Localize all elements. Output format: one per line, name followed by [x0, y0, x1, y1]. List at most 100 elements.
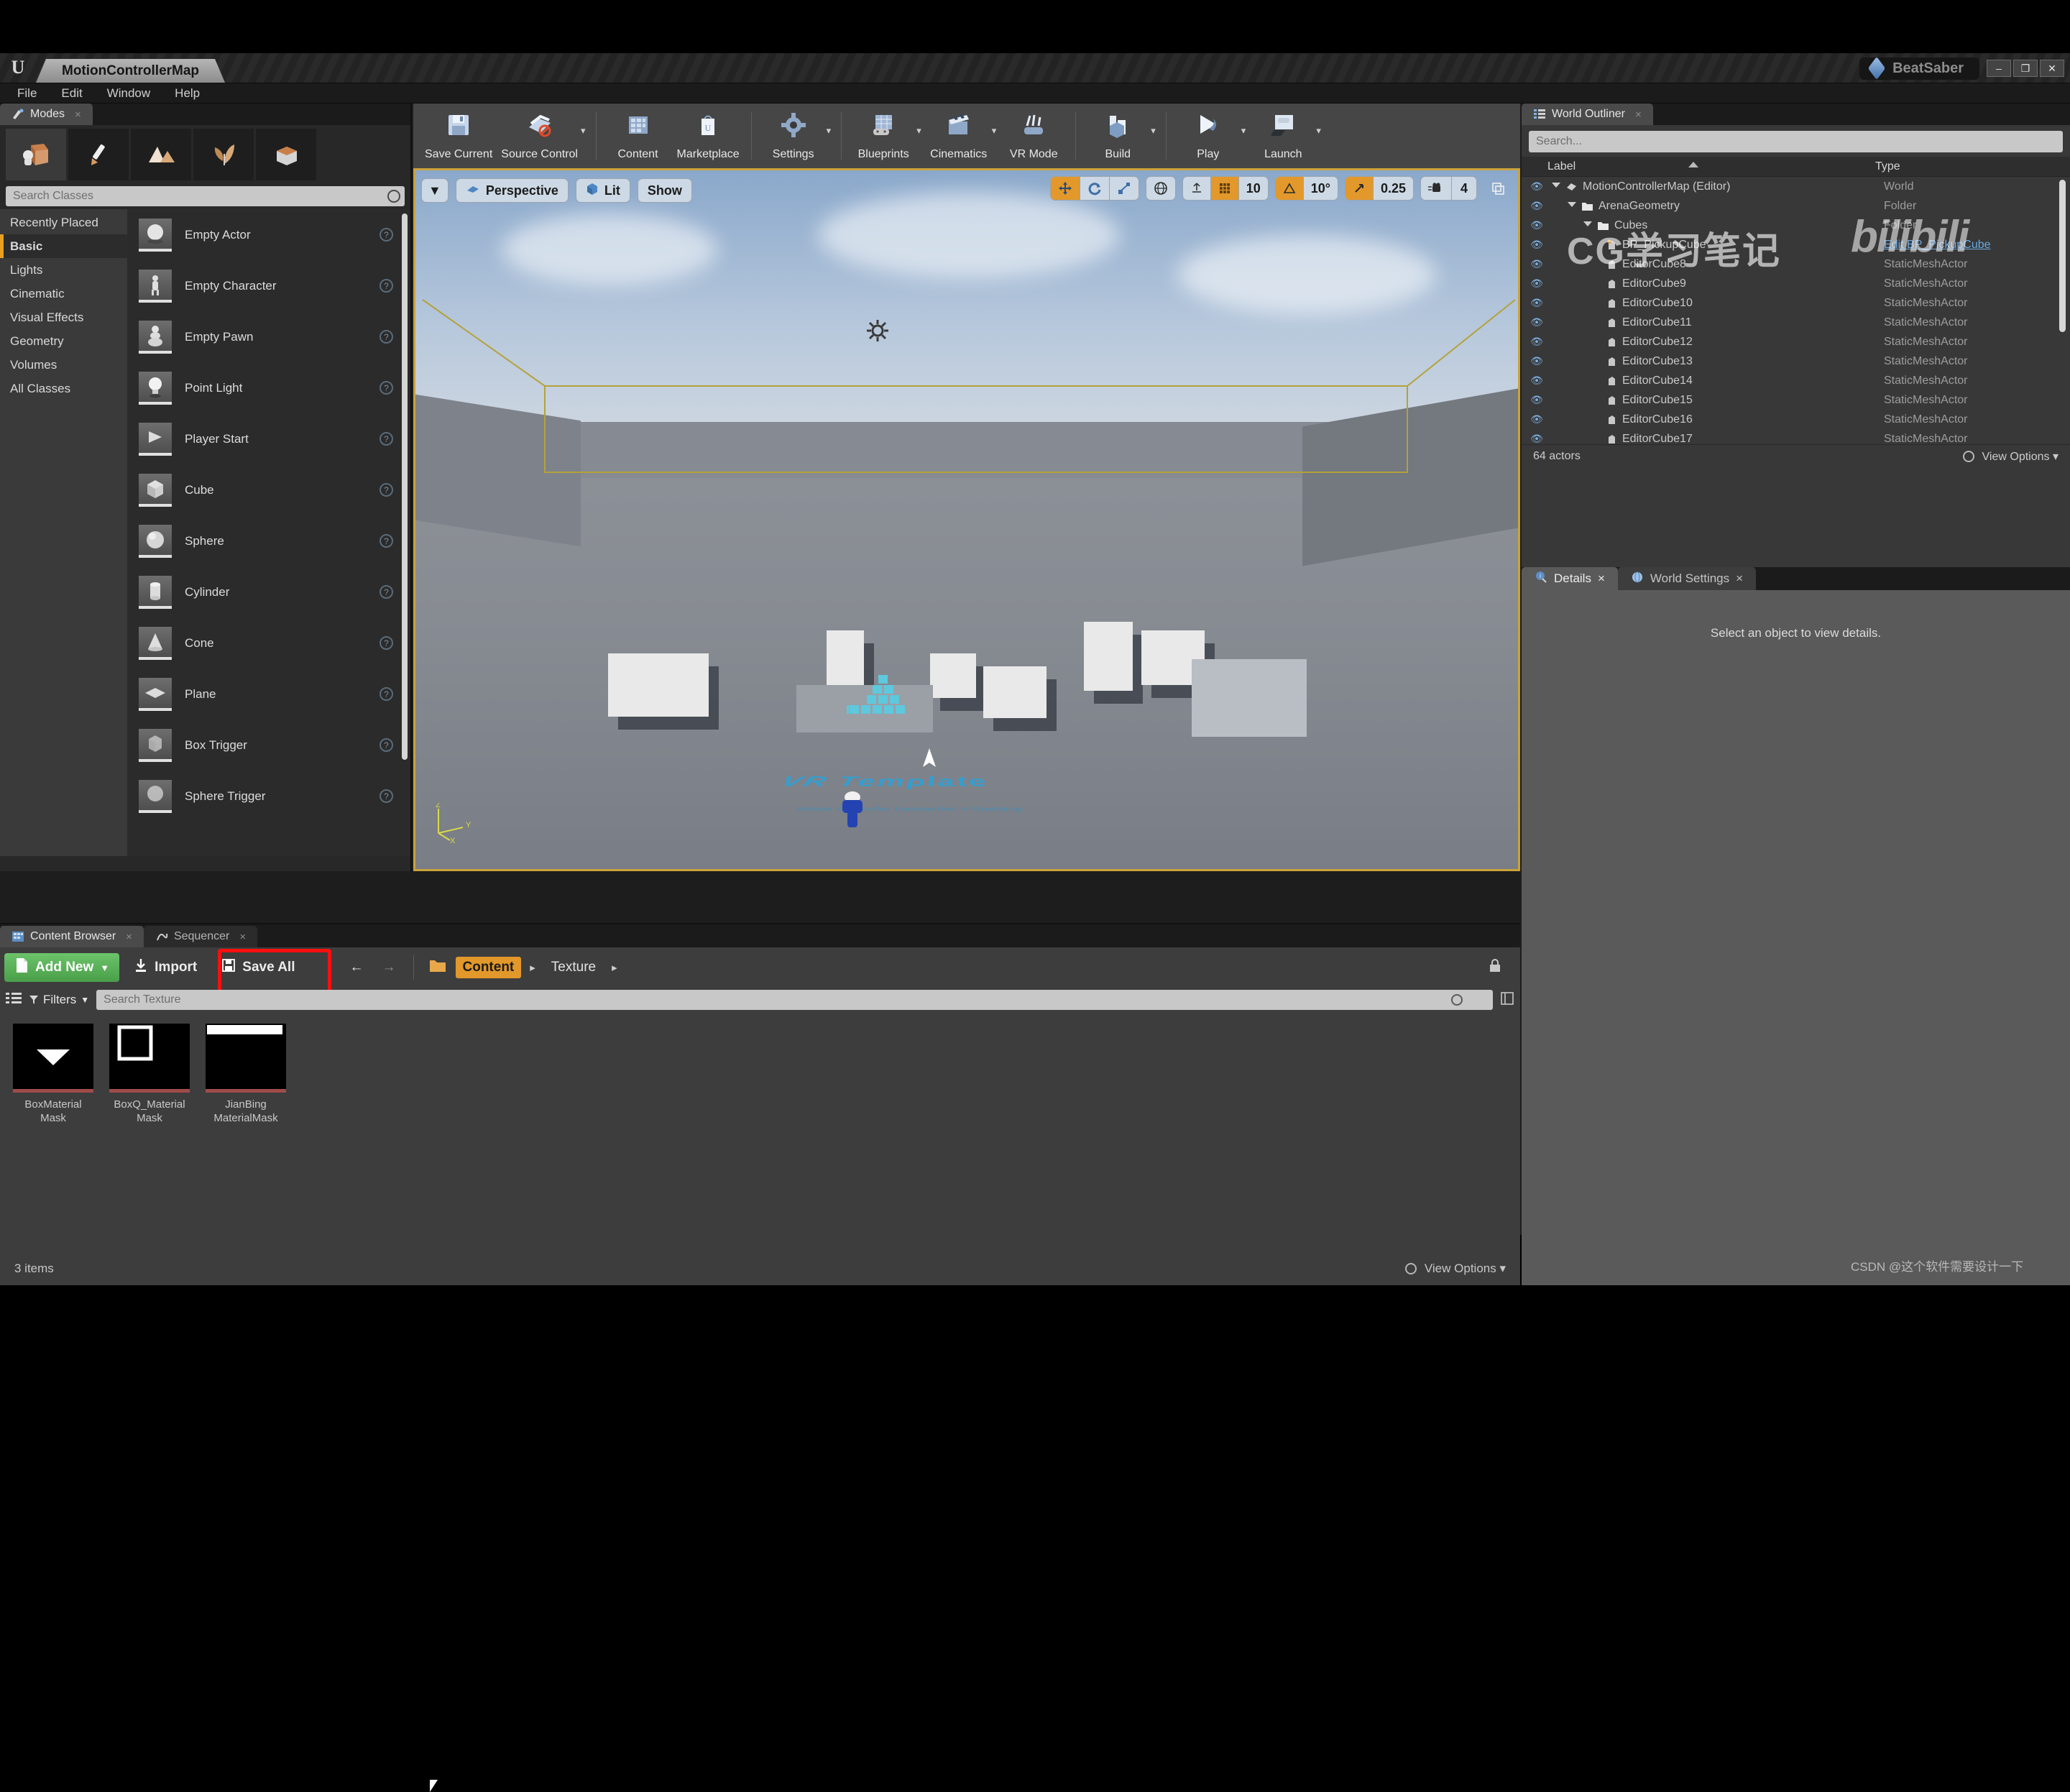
- outliner-row-type-link[interactable]: Edit BP_PickupCube: [1884, 239, 1991, 252]
- camera-speed-icon[interactable]: [1421, 177, 1451, 200]
- visibility-eye-icon[interactable]: 👁: [1527, 433, 1546, 444]
- tab-world-outliner-close-icon[interactable]: ×: [1635, 109, 1642, 121]
- search-classes-input[interactable]: Search Classes: [6, 186, 405, 206]
- rotate-gizmo-icon[interactable]: [1080, 177, 1109, 200]
- help-icon[interactable]: ?: [380, 381, 393, 395]
- visibility-eye-icon[interactable]: 👁: [1527, 219, 1546, 231]
- placement-scrollbar[interactable]: [402, 213, 408, 760]
- content-source-toggle-icon[interactable]: [1500, 991, 1514, 1009]
- visibility-eye-icon[interactable]: 👁: [1527, 355, 1546, 367]
- foliage-mode-icon[interactable]: [193, 129, 254, 180]
- content-view-options-button[interactable]: View Options ▾: [1405, 1262, 1506, 1276]
- help-icon[interactable]: ?: [380, 279, 393, 293]
- build-caret-icon[interactable]: ▾: [1151, 125, 1156, 137]
- tab-details[interactable]: i Details ×: [1522, 567, 1618, 590]
- translate-gizmo-icon[interactable]: [1050, 177, 1080, 200]
- table-row[interactable]: 👁 MotionControllerMap (Editor) World: [1522, 177, 2070, 196]
- outliner-search-input[interactable]: Search...: [1529, 131, 2063, 152]
- play-button[interactable]: Play: [1174, 107, 1243, 165]
- list-item[interactable]: Sphere ?: [127, 515, 410, 566]
- help-icon[interactable]: ?: [380, 789, 393, 803]
- table-row[interactable]: 👁 EditorCube14 StaticMeshActor: [1522, 371, 2070, 390]
- angle-snap-icon[interactable]: [1275, 177, 1303, 200]
- viewport-menu-button[interactable]: ▼: [421, 178, 448, 203]
- add-new-button[interactable]: Add New ▼: [4, 953, 120, 982]
- angle-snap-value[interactable]: 10°: [1304, 177, 1338, 200]
- place-mode-icon[interactable]: [6, 129, 66, 180]
- breadcrumb-arrow-icon-2[interactable]: ▸: [612, 961, 617, 974]
- restore-button[interactable]: ❐: [2013, 60, 2038, 77]
- outliner-scrollbar[interactable]: [2059, 180, 2066, 332]
- menu-help[interactable]: Help: [165, 85, 210, 102]
- table-row[interactable]: 👁 EditorCube11 StaticMeshActor: [1522, 313, 2070, 332]
- geometry-edit-mode-icon[interactable]: [256, 129, 316, 180]
- breadcrumb-content[interactable]: Content: [455, 957, 522, 978]
- table-row[interactable]: 👁 EditorCube16 StaticMeshActor: [1522, 410, 2070, 429]
- landscape-mode-icon[interactable]: [131, 129, 191, 180]
- source-control-button[interactable]: Source Control: [497, 107, 582, 165]
- scale-snap-value[interactable]: 0.25: [1374, 177, 1413, 200]
- show-menu-button[interactable]: Show: [637, 178, 692, 203]
- list-item[interactable]: Point Light ?: [127, 362, 410, 413]
- document-tab[interactable]: MotionControllerMap: [36, 59, 225, 83]
- visibility-eye-icon[interactable]: 👁: [1527, 277, 1546, 290]
- tab-content-browser-close-icon[interactable]: ×: [126, 931, 132, 943]
- settings-caret-icon[interactable]: ▾: [827, 125, 832, 137]
- help-icon[interactable]: ?: [380, 687, 393, 701]
- help-icon[interactable]: ?: [380, 228, 393, 242]
- lighting-mode-button[interactable]: Lit: [575, 178, 630, 203]
- tab-world-settings[interactable]: World Settings ×: [1617, 567, 1757, 590]
- launch-caret-icon[interactable]: ▾: [1316, 125, 1321, 137]
- tab-world-settings-close-icon[interactable]: ×: [1736, 571, 1743, 586]
- tab-content-browser[interactable]: Content Browser ×: [0, 926, 144, 947]
- scale-gizmo-icon[interactable]: [1110, 177, 1138, 200]
- help-icon[interactable]: ?: [380, 432, 393, 446]
- minimize-button[interactable]: –: [1987, 60, 2011, 77]
- visibility-eye-icon[interactable]: 👁: [1527, 316, 1546, 328]
- nav-forward-button[interactable]: →: [375, 953, 403, 982]
- asset-item[interactable]: JianBing MaterialMask: [206, 1024, 286, 1125]
- tab-sequencer-close-icon[interactable]: ×: [239, 931, 246, 943]
- expand-arrow-icon[interactable]: [1552, 182, 1560, 191]
- help-icon[interactable]: ?: [380, 534, 393, 548]
- category-visual-effects[interactable]: Visual Effects: [0, 305, 127, 329]
- close-button[interactable]: ✕: [2040, 60, 2064, 77]
- help-icon[interactable]: ?: [380, 636, 393, 650]
- content-search-input[interactable]: Search Texture: [96, 990, 1493, 1010]
- cinematics-button[interactable]: Cinematics: [924, 107, 993, 165]
- expand-arrow-icon[interactable]: [1583, 221, 1592, 230]
- launch-button[interactable]: Launch: [1248, 107, 1317, 165]
- visibility-eye-icon[interactable]: 👁: [1527, 394, 1546, 406]
- table-row[interactable]: 👁 EditorCube15 StaticMeshActor: [1522, 390, 2070, 410]
- category-cinematic[interactable]: Cinematic: [0, 282, 127, 305]
- visibility-eye-icon[interactable]: 👁: [1527, 413, 1546, 426]
- paint-mode-icon[interactable]: [68, 129, 129, 180]
- build-button[interactable]: Build: [1083, 107, 1152, 165]
- category-volumes[interactable]: Volumes: [0, 353, 127, 377]
- help-icon[interactable]: ?: [380, 483, 393, 497]
- visibility-eye-icon[interactable]: 👁: [1527, 336, 1546, 348]
- blueprints-button[interactable]: Blueprints: [849, 107, 918, 165]
- save-current-button[interactable]: Save Current: [420, 107, 497, 165]
- level-viewport[interactable]: VR Template Motion Controller Locomotion…: [413, 168, 1520, 871]
- table-row[interactable]: 👁 EditorCube9 StaticMeshActor: [1522, 274, 2070, 293]
- source-control-caret-icon[interactable]: ▾: [581, 125, 586, 137]
- table-row[interactable]: 👁 Cubes Folder: [1522, 216, 2070, 235]
- nav-back-button[interactable]: ←: [343, 953, 371, 982]
- column-header-label[interactable]: Label: [1522, 160, 1875, 173]
- content-lock-icon[interactable]: [1487, 958, 1503, 978]
- category-lights[interactable]: Lights: [0, 258, 127, 282]
- content-button[interactable]: Content: [604, 107, 673, 165]
- table-row[interactable]: 👁 EditorCube17 StaticMeshActor: [1522, 429, 2070, 445]
- asset-item[interactable]: BoxQ_Material Mask: [109, 1024, 190, 1125]
- category-basic[interactable]: Basic: [0, 234, 127, 258]
- visibility-eye-icon[interactable]: 👁: [1527, 239, 1546, 251]
- tab-sequencer[interactable]: Sequencer ×: [143, 926, 258, 947]
- list-item[interactable]: Cube ?: [127, 464, 410, 515]
- tab-modes[interactable]: Modes ×: [0, 104, 93, 125]
- list-item[interactable]: Player Start ?: [127, 413, 410, 464]
- breadcrumb-texture[interactable]: Texture: [544, 957, 603, 978]
- grid-snap-icon[interactable]: [1210, 177, 1238, 200]
- menu-file[interactable]: File: [7, 85, 47, 102]
- table-row[interactable]: 👁 ArenaGeometry Folder: [1522, 196, 2070, 216]
